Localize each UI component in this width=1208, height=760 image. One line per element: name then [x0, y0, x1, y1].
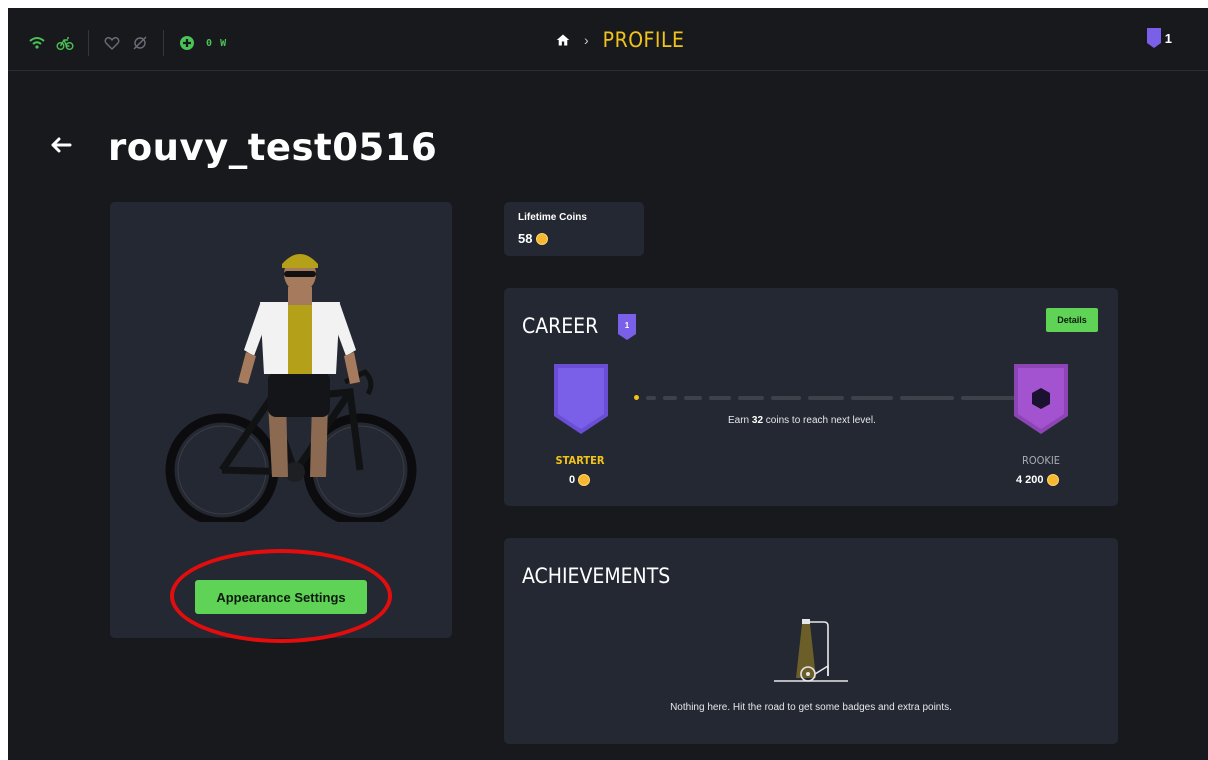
- current-level-name: STARTER: [555, 454, 605, 467]
- lifetime-coins-card: Lifetime Coins 58: [504, 202, 644, 256]
- home-icon[interactable]: [556, 33, 570, 47]
- username-title: rouvy_test0516: [108, 126, 438, 169]
- coins-amount: 58: [518, 231, 533, 246]
- level-shield-icon: [1146, 28, 1161, 48]
- starter-level-shield: [554, 364, 608, 434]
- coin-icon: [1046, 474, 1059, 486]
- progress-segment: [851, 395, 893, 400]
- breadcrumb: › PROFILE: [556, 28, 684, 52]
- page-title: PROFILE: [602, 28, 685, 52]
- chevron-right-icon: ›: [584, 32, 589, 48]
- lifetime-coins-value: 58: [518, 231, 549, 246]
- achievements-title: ACHIEVEMENTS: [522, 564, 671, 588]
- progress-segment: [663, 395, 677, 400]
- coin-icon: [536, 232, 549, 245]
- achievements-card: ACHIEVEMENTS Nothing here. Hit the road …: [504, 538, 1118, 744]
- level-count: 1: [1164, 30, 1172, 46]
- cadence-icon[interactable]: [131, 34, 149, 52]
- level-indicator[interactable]: 1: [1146, 28, 1172, 48]
- next-level-name: ROOKIE: [1021, 454, 1061, 467]
- career-level-number: 1: [625, 321, 630, 330]
- progress-message: Earn 32 coins to reach next level.: [728, 415, 876, 426]
- bike-icon[interactable]: [56, 34, 74, 52]
- app-window: 0 W › PROFILE 1 rouvy_test0516 Appearanc…: [8, 8, 1208, 760]
- rider-avatar-image: [165, 254, 417, 522]
- progress-segment: [646, 395, 656, 400]
- career-card: CAREER 1 Details STARTER 0 Earn 32 coins…: [504, 288, 1118, 506]
- next-level-coins-value: 4 200: [1016, 474, 1044, 486]
- divider: [88, 30, 89, 56]
- level-progress-track: [634, 395, 1027, 400]
- progress-segment: [709, 395, 731, 400]
- progress-segment: [684, 395, 702, 400]
- progress-segment: [900, 395, 954, 400]
- heart-rate-icon[interactable]: [103, 34, 121, 52]
- back-arrow-icon[interactable]: [48, 134, 76, 156]
- progress-segment: [738, 395, 764, 400]
- empty-state-streetlight-illustration: [774, 619, 848, 682]
- coin-icon: [578, 474, 591, 486]
- details-button[interactable]: Details: [1046, 308, 1098, 332]
- highlight-annotation: [170, 549, 392, 643]
- wifi-icon[interactable]: [28, 34, 46, 52]
- next-level-coins: 4 200: [1016, 474, 1059, 486]
- career-title: CAREER: [522, 314, 599, 338]
- cyclist-figure: [238, 254, 360, 477]
- lifetime-coins-label: Lifetime Coins: [518, 212, 587, 223]
- progress-segment: [771, 395, 801, 400]
- current-level-coins: 0: [569, 474, 591, 486]
- top-bar: 0 W › PROFILE 1: [8, 8, 1208, 71]
- progress-marker: [634, 395, 639, 400]
- rookie-level-shield: [1014, 364, 1068, 434]
- progress-segment: [808, 395, 844, 400]
- power-icon[interactable]: [178, 34, 196, 52]
- power-readout: 0 W: [206, 37, 228, 49]
- level-shield-icon: 1: [618, 314, 636, 340]
- achievements-empty-message: Nothing here. Hit the road to get some b…: [670, 702, 952, 713]
- divider: [163, 30, 164, 56]
- device-status: 0 W: [28, 30, 227, 56]
- current-level-coins-value: 0: [569, 474, 576, 486]
